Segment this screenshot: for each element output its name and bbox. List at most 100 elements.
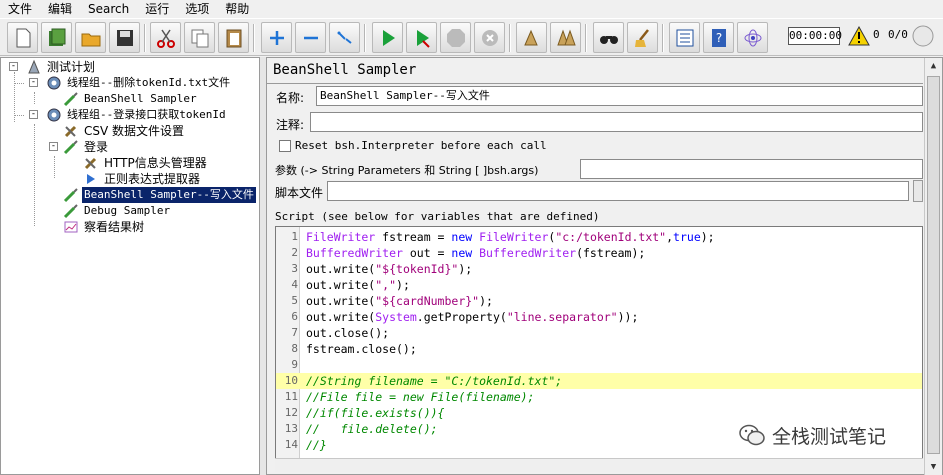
collapse-button[interactable] [295, 22, 326, 53]
reset-search-button[interactable] [627, 22, 658, 53]
menu-file[interactable]: 文件 [0, 0, 40, 18]
scrollbar-thumb[interactable] [927, 76, 940, 454]
code-line[interactable]: 2 BufferedWriter out = new BufferedWriter… [276, 245, 922, 261]
code-token: BufferedWriter [306, 246, 403, 260]
start-button[interactable] [372, 22, 403, 53]
code-token: )); [617, 310, 639, 324]
extractor-icon [87, 174, 95, 184]
code-line[interactable]: 1 FileWriter fstream = new FileWriter("c:… [276, 229, 922, 245]
code-text: out.write("${cardNumber}"); [306, 293, 493, 309]
expand-toggle[interactable]: - [29, 110, 38, 119]
script-file-field[interactable] [327, 181, 909, 201]
code-line[interactable]: 12 //if(file.exists()){ [276, 405, 922, 421]
warning-count: 0 [873, 28, 880, 41]
code-line[interactable]: 5 out.write("${cardNumber}"); [276, 293, 922, 309]
toolbar-separator [144, 24, 146, 52]
warning-icon[interactable] [848, 26, 870, 46]
browse-button[interactable] [913, 180, 923, 202]
code-line[interactable]: 10 //String filename = "C:/tokenId.txt"; [276, 373, 922, 389]
expand-toggle[interactable]: - [9, 62, 18, 71]
code-token: //if(file.exists()){ [306, 406, 445, 420]
code-line[interactable]: 6 out.write(System.getProperty("line.sepa… [276, 309, 922, 325]
tree-item-label: BeanShell Sampler [84, 92, 197, 105]
save-button[interactable] [109, 22, 140, 53]
stop-button[interactable] [440, 22, 471, 53]
tree-item-beanshell-sampler-write[interactable]: BeanShell Sampler--写入文件 [63, 186, 257, 204]
line-number: 6 [291, 310, 298, 323]
new-button[interactable] [7, 22, 38, 53]
code-line[interactable]: 8 fstream.close(); [276, 341, 922, 357]
parameters-field[interactable] [580, 159, 923, 179]
scroll-down-icon[interactable]: ▼ [928, 462, 939, 473]
expand-toggle[interactable]: - [29, 78, 38, 87]
open-button[interactable] [75, 22, 106, 53]
code-token: "c:/tokenId.txt" [555, 230, 667, 244]
tree-item-debug-sampler[interactable]: Debug Sampler [63, 203, 172, 219]
tree-item-thread-group-login[interactable]: 线程组--登录接口获取tokenId [46, 107, 228, 123]
menu-search[interactable]: Search [80, 0, 137, 18]
paste-button[interactable] [218, 22, 249, 53]
code-line[interactable]: 7 out.close(); [276, 325, 922, 341]
vertical-scrollbar[interactable]: ▲ ▼ [924, 58, 942, 475]
reset-interpreter-checkbox[interactable] [279, 140, 291, 152]
tree-item-login[interactable]: 登录 [63, 139, 110, 155]
clear-all-button[interactable] [550, 22, 581, 53]
clear-button[interactable] [516, 22, 547, 53]
reset-interpreter-label: Reset bsh.Interpreter before each call [295, 139, 547, 152]
menu-options[interactable]: 选项 [177, 0, 217, 18]
tree-item-label: 察看结果树 [84, 220, 145, 234]
tree-item-regex-extractor[interactable]: 正则表达式提取器 [83, 171, 202, 187]
tree-item-http-header-manager[interactable]: HTTP信息头管理器 [83, 155, 209, 171]
menu-bar: 文件 编辑 Search 运行 选项 帮助 [0, 0, 943, 18]
templates-button[interactable] [41, 22, 72, 53]
search-button[interactable] [593, 22, 624, 53]
code-text: BufferedWriter out = new BufferedWriter(… [306, 245, 645, 261]
code-line[interactable]: 9 [276, 357, 922, 373]
tree-item-thread-group-delete[interactable]: 线程组--删除tokenId.txt文件 [46, 75, 232, 91]
code-token: ); [396, 278, 410, 292]
paste-icon [226, 29, 241, 47]
watermark-text: 全栈测试笔记 [772, 425, 887, 448]
scroll-up-icon[interactable]: ▲ [928, 61, 939, 72]
comment-field[interactable] [310, 112, 923, 132]
expand-toggle[interactable]: - [49, 142, 58, 151]
function-helper-button[interactable] [669, 22, 700, 53]
tree-item-test-plan[interactable]: 测试计划 [26, 59, 97, 75]
tree-item-beanshell-sampler[interactable]: BeanShell Sampler [63, 91, 199, 107]
panel-title: BeanShell Sampler [273, 62, 417, 78]
menu-edit[interactable]: 编辑 [40, 0, 80, 18]
name-field[interactable]: BeanShell Sampler--写入文件 [316, 86, 923, 106]
tree-item-view-results-tree[interactable]: 察看结果树 [63, 219, 146, 235]
chart-icon [64, 221, 78, 233]
toggle-button[interactable] [329, 22, 360, 53]
tree-connector [14, 115, 24, 116]
code-line[interactable]: 3 out.write("${tokenId}"); [276, 261, 922, 277]
expand-button[interactable] [261, 22, 292, 53]
menu-run[interactable]: 运行 [137, 0, 177, 18]
code-token: //String filename = "C:/tokenId.txt"; [306, 374, 563, 388]
watermark: 全栈测试笔记 [738, 422, 938, 448]
start-no-pause-button[interactable] [406, 22, 437, 53]
remote-button[interactable] [737, 22, 768, 53]
code-line[interactable]: 4 out.write(","); [276, 277, 922, 293]
code-token: ); [700, 230, 715, 244]
tree-connector [34, 124, 35, 226]
line-number: 11 [284, 390, 298, 403]
clear-icon [523, 29, 538, 45]
shutdown-button[interactable] [474, 22, 505, 53]
copy-button[interactable] [184, 22, 215, 53]
tree-item-csv-data-set[interactable]: CSV 数据文件设置 [63, 123, 186, 139]
code-line[interactable]: 11 //File file = new File(filename); [276, 389, 922, 405]
pipette-icon [63, 204, 78, 219]
code-text: // file.delete(); [306, 421, 438, 437]
code-token: out = [402, 246, 452, 260]
stop-icon [446, 28, 465, 47]
horizontal-scrollbar[interactable] [275, 458, 923, 472]
line-number: 14 [284, 438, 298, 451]
line-number: 10 [284, 374, 298, 387]
pipette-icon [63, 92, 78, 107]
menu-help[interactable]: 帮助 [217, 0, 257, 18]
help-button[interactable]: ? [703, 22, 734, 53]
cut-button[interactable] [150, 22, 181, 53]
tree-item-label: 测试计划 [47, 60, 96, 74]
